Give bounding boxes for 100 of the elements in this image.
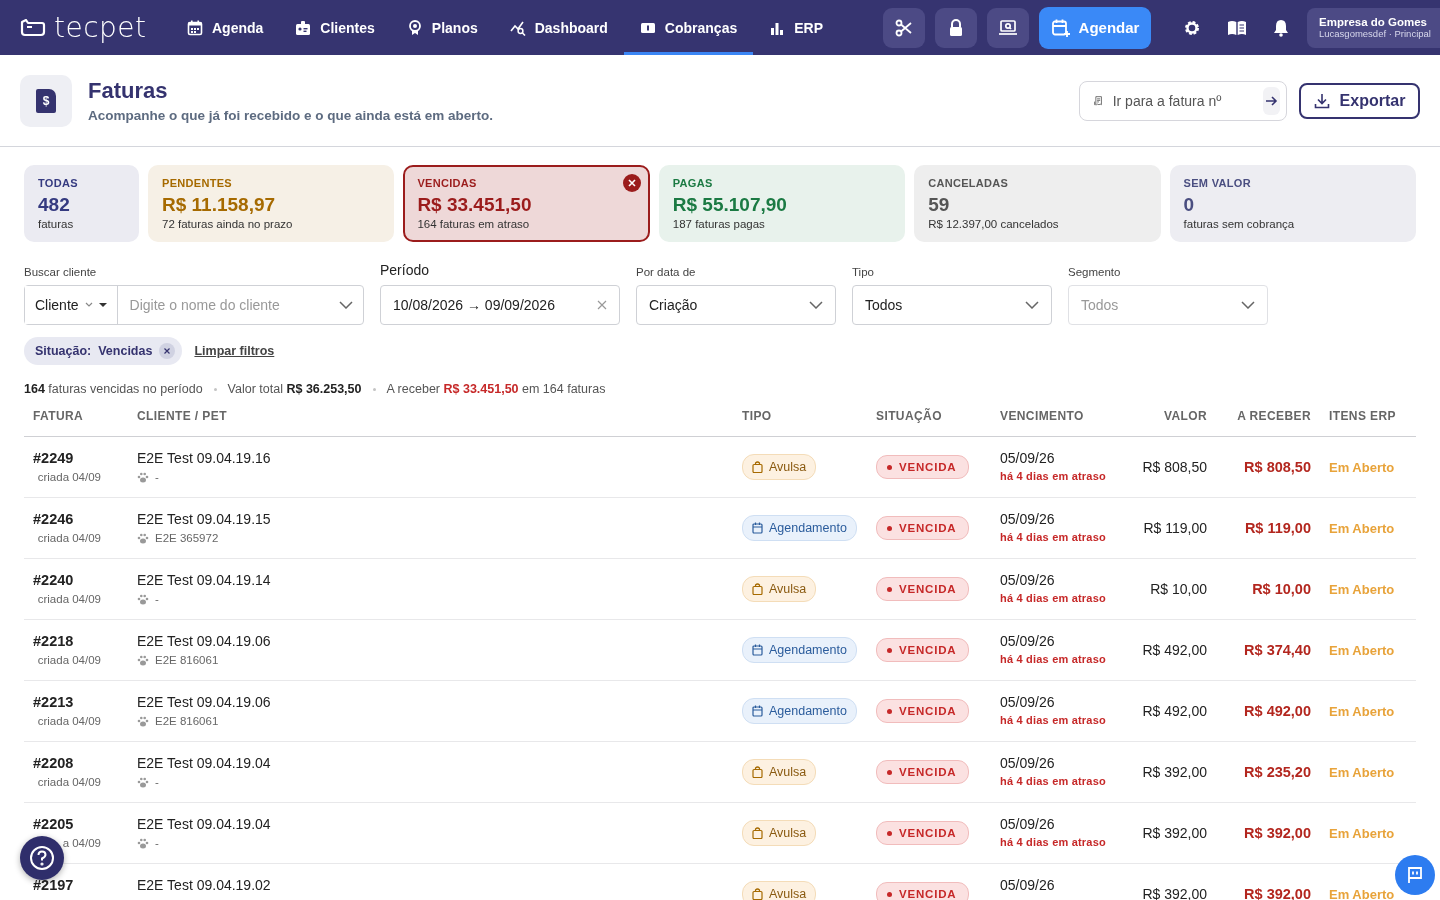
filter-label: Tipo — [852, 265, 875, 278]
card-label: SEM VALOR — [1183, 177, 1252, 189]
filter-label: Por data de — [636, 265, 697, 278]
export-button[interactable]: Exportar — [1299, 82, 1420, 119]
column-header: SITUAÇÃO — [876, 409, 943, 423]
calendar-icon — [752, 644, 763, 656]
laptop-search-button[interactable] — [987, 7, 1029, 48]
client-name: E2E Test 09.04.19.06 — [137, 694, 272, 710]
book-icon[interactable] — [1227, 19, 1247, 36]
due-date: 05/09/26 — [1000, 877, 1056, 893]
nav-tab[interactable]: Agenda — [171, 0, 280, 55]
overdue-note: há 4 dias em atraso — [1000, 775, 1107, 787]
status-card[interactable]: SEM VALOR 0 faturas sem cobrança — [1169, 165, 1416, 242]
overdue-note: há 4 dias em atraso — [1000, 714, 1107, 726]
search-type-dropdown[interactable]: Cliente — [25, 286, 118, 324]
client-search-bar[interactable]: Cliente Digite o nome do cliente — [24, 285, 364, 325]
nav-tab[interactable]: Dashboard — [493, 0, 624, 55]
type-tag: Avulsa — [742, 881, 817, 900]
created-date: a 04/09 — [61, 837, 101, 849]
due-date: 05/09/26 — [1000, 755, 1056, 771]
help-button[interactable] — [20, 836, 64, 880]
settings-icon[interactable] — [1183, 18, 1201, 37]
invoice-search-bar[interactable]: Ir para a fatura nº — [1079, 80, 1287, 121]
invoice-number[interactable]: #2205 — [33, 816, 137, 832]
dropdown[interactable]: Todos — [852, 285, 1052, 325]
card-value: 482 — [38, 194, 71, 216]
created-date: criada 04/09 — [36, 715, 101, 727]
badge-icon — [406, 19, 423, 36]
company-switcher[interactable]: Empresa do Gomes Lucasgomesdef · Principal — [1307, 7, 1440, 48]
lock-button[interactable] — [935, 7, 977, 48]
download-icon — [1313, 92, 1330, 109]
go-button[interactable] — [1262, 86, 1280, 115]
status-card[interactable]: PAGAS R$ 55.107,90 187 faturas pagas — [658, 165, 906, 242]
date-range-field[interactable]: 10/08/2026 → 09/09/2026 — [380, 285, 620, 325]
invoice-number[interactable]: #2208 — [33, 755, 137, 771]
receivable-cell: R$ 119,00 — [1244, 520, 1311, 536]
invoice-number[interactable]: #2213 — [33, 694, 137, 710]
shopping-bag-icon — [752, 888, 763, 900]
nav-tab[interactable]: Clientes — [279, 0, 391, 55]
overdue-note: há 4 dias em atraso — [1000, 592, 1107, 604]
nav-tab[interactable]: Cobranças — [623, 0, 754, 55]
status-card[interactable]: CANCELADAS 59 R$ 12.397,00 cancelados — [914, 165, 1161, 242]
notification-bell-icon[interactable] — [1273, 18, 1289, 37]
due-date: 05/09/26 — [1000, 816, 1056, 832]
invoice-number[interactable]: #2246 — [33, 511, 137, 527]
receivable-summary: A receber R$ 33.451,50 em 164 faturas — [386, 382, 606, 396]
pet-name: - — [155, 776, 159, 788]
status-tag: VENCIDA — [876, 577, 970, 601]
status-card[interactable]: TODAS 482 faturas — [24, 165, 139, 242]
invoice-number[interactable]: #2197 — [33, 877, 137, 893]
nav-tab[interactable]: ERP — [753, 0, 839, 55]
type-tag: Avulsa — [742, 576, 817, 602]
nav-tab[interactable]: Planos — [390, 0, 494, 55]
value-cell: R$ 492,00 — [1142, 703, 1207, 719]
pet-name: E2E 365972 — [155, 532, 219, 544]
column-header: FATURA — [33, 409, 85, 423]
invoice-number[interactable]: #2249 — [33, 450, 137, 466]
shopping-bag-icon — [752, 461, 763, 473]
receivable-cell: R$ 374,40 — [1244, 642, 1311, 658]
filter-label: Segmento — [1068, 265, 1122, 278]
card-note: 187 faturas pagas — [672, 218, 766, 230]
erp-status: Em Aberto — [1329, 825, 1395, 841]
client-name: E2E Test 09.04.19.04 — [137, 755, 272, 771]
value-cell: R$ 10,00 — [1150, 581, 1207, 597]
pet-name: - — [155, 837, 159, 849]
calendar-icon — [752, 705, 763, 717]
type-tag: Agendamento — [742, 698, 857, 724]
due-date: 05/09/26 — [1000, 511, 1056, 527]
paw-icon — [137, 776, 149, 788]
separator-dot — [372, 387, 376, 391]
logo-text[interactable]: tecpet — [54, 11, 147, 44]
lock-icon — [948, 18, 964, 37]
scissors-button[interactable] — [883, 7, 925, 48]
status-card[interactable]: PENDENTES R$ 11.158,97 72 faturas ainda no prazo — [148, 165, 395, 242]
overdue-note: há 4 dias em atraso — [1000, 531, 1107, 543]
shopping-bag-icon — [752, 583, 763, 595]
filter-label: Buscar cliente — [24, 265, 98, 278]
paw-icon — [137, 654, 149, 666]
erp-status: Em Aberto — [1329, 886, 1395, 900]
clear-icon[interactable] — [597, 300, 607, 310]
paw-icon — [137, 532, 149, 544]
invoice-number[interactable]: #2218 — [33, 633, 137, 649]
chevron-down-icon — [1025, 301, 1039, 309]
pet-name: E2E 816061 — [155, 715, 219, 727]
erp-status: Em Aberto — [1329, 520, 1395, 536]
invoice-number[interactable]: #2240 — [33, 572, 137, 588]
status-tag: VENCIDA — [876, 455, 970, 479]
dropdown[interactable]: Criação — [636, 285, 836, 325]
column-header: A RECEBER — [1236, 409, 1311, 423]
card-note: faturas — [38, 218, 75, 230]
remove-icon[interactable] — [159, 343, 176, 359]
status-card[interactable]: VENCIDAS R$ 33.451,50 164 faturas em atraso — [403, 165, 650, 242]
overdue-note: há 4 dias em atraso — [1000, 653, 1107, 665]
feedback-button[interactable] — [1395, 855, 1435, 895]
status-tag: VENCIDA — [876, 699, 970, 723]
chart-search-icon — [509, 19, 526, 36]
filter-chip[interactable]: Situação: Vencidas — [24, 337, 183, 365]
close-icon[interactable] — [622, 174, 641, 192]
column-header: ITENS ERP — [1328, 409, 1397, 423]
clear-filters-link[interactable]: Limpar filtros — [194, 344, 275, 358]
